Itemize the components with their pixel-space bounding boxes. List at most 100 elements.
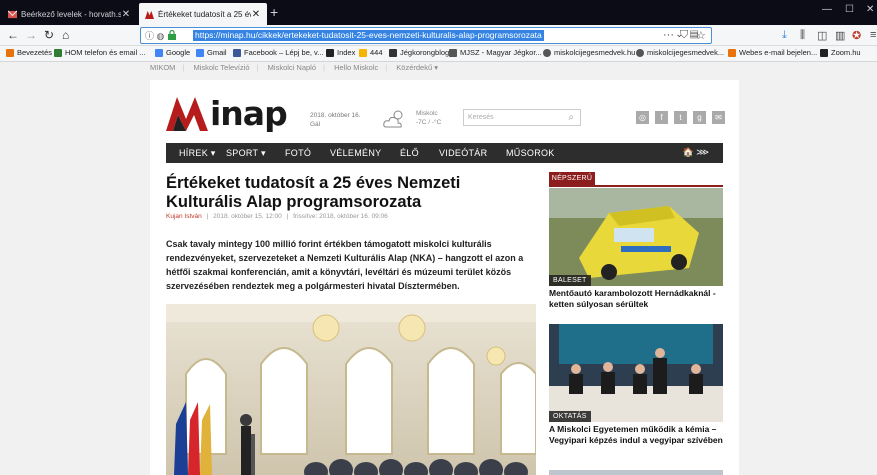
tab-article[interactable]: Értékeket tudatosít a 25 éves N ✕ bbox=[139, 3, 267, 25]
twitter-icon[interactable]: t bbox=[674, 111, 687, 124]
card-category-tag[interactable]: OKTATÁS bbox=[549, 411, 591, 422]
card-photo bbox=[549, 470, 723, 475]
addon-icon[interactable]: ✪ bbox=[852, 29, 861, 42]
bookmark-item[interactable]: Facebook – Lépj be, v... bbox=[233, 48, 324, 57]
bookmark-item[interactable]: miskolcijegesmedvek.hu bbox=[543, 48, 635, 57]
sidebar-card[interactable]: BALESET Mentőautó karambolozott Hernádka… bbox=[549, 188, 723, 310]
search-icon[interactable]: ⌕ bbox=[568, 112, 574, 123]
extension-icon[interactable]: ▥ bbox=[835, 29, 845, 42]
bookmark-item[interactable]: Zoom.hu bbox=[820, 48, 861, 57]
sidebar-icon[interactable]: ◫ bbox=[817, 29, 827, 42]
menu-item-musorok[interactable]: MŰSOROK bbox=[506, 148, 555, 158]
facebook-icon bbox=[233, 48, 241, 57]
new-tab-button[interactable]: + bbox=[270, 5, 278, 19]
card-category-tag[interactable]: BALESET bbox=[549, 275, 591, 286]
bookmark-label: Gmail bbox=[207, 48, 227, 57]
article-updated: frissítve: 2018. október 16. 09:06 bbox=[293, 213, 388, 220]
bookmark-label: Index bbox=[337, 48, 356, 57]
download-icon[interactable]: ⤓ bbox=[782, 29, 787, 42]
library-icon[interactable]: ⫼ bbox=[800, 29, 805, 42]
google-icon bbox=[196, 48, 204, 57]
bookmark-item[interactable]: Bevezetés bbox=[6, 48, 52, 57]
minap-favicon-icon bbox=[145, 10, 154, 19]
tab-mail[interactable]: Beérkező levelek - horvath.szo ✕ bbox=[2, 3, 137, 25]
bookmark-star-icon[interactable]: ☆ bbox=[696, 29, 706, 42]
bookmark-label: MJSZ - Magyar Jégkor... bbox=[460, 48, 542, 57]
topnav-link[interactable]: Hello Miskolc bbox=[334, 63, 378, 72]
instagram-icon[interactable]: ◎ bbox=[636, 111, 649, 124]
bookmark-item[interactable]: Jégkorongblog bbox=[389, 48, 449, 57]
sidebar-card-partial[interactable] bbox=[549, 470, 723, 475]
bookmark-label: miskolcijegesmedvek... bbox=[647, 48, 725, 57]
home-icon[interactable]: ⌂ bbox=[62, 28, 69, 42]
pocket-icon[interactable]: ⛉ bbox=[680, 29, 688, 42]
bookmark-item[interactable]: 444 bbox=[359, 48, 383, 57]
bookmark-icon bbox=[449, 48, 457, 57]
search-placeholder: Keresés bbox=[468, 114, 494, 121]
email-icon[interactable]: ✉ bbox=[712, 111, 725, 124]
maximize-icon[interactable]: ☐ bbox=[845, 4, 854, 15]
bookmark-item[interactable]: Index bbox=[326, 48, 355, 57]
weather-city: Miskolc bbox=[416, 110, 438, 117]
back-icon[interactable]: ← bbox=[7, 28, 19, 42]
address-bar[interactable]: ⓘ ◍ https://minap.hu/cikkek/ertekeket-tu… bbox=[140, 27, 712, 44]
menu-item-velemeny[interactable]: VÉLEMÉNY bbox=[330, 148, 381, 158]
facebook-icon[interactable]: f bbox=[655, 111, 668, 124]
card-title[interactable]: Mentőautó karambolozott Hernádkaknál - k… bbox=[549, 288, 723, 310]
bookmark-item[interactable]: MJSZ - Magyar Jégkor... bbox=[449, 48, 542, 57]
article-title: Értékeket tudatosít a 25 éves Nemzeti Ku… bbox=[166, 174, 461, 211]
bookmark-item[interactable]: Gmail bbox=[196, 48, 227, 57]
menu-item-hirek[interactable]: HÍREK ▾ bbox=[179, 148, 216, 159]
article-author[interactable]: Kujan István bbox=[166, 213, 202, 220]
bookmark-label: Jégkorongblog bbox=[400, 48, 450, 57]
home-rss-icons[interactable]: 🏠 ⋙ bbox=[682, 147, 709, 158]
popular-label: NÉPSZERŰ bbox=[549, 172, 595, 185]
menu-item-videotar[interactable]: VIDEÓTÁR bbox=[439, 148, 487, 158]
sidebar-card[interactable]: OKTATÁS A Miskolci Egyetemen működik a k… bbox=[549, 324, 723, 446]
menu-item-foto[interactable]: FOTÓ bbox=[285, 148, 311, 158]
url-text[interactable]: https://minap.hu/cikkek/ertekeket-tudato… bbox=[193, 30, 544, 41]
menu-icon[interactable]: ≡ bbox=[870, 29, 876, 41]
reload-icon[interactable]: ↻ bbox=[44, 28, 54, 42]
cloud-sun-icon bbox=[383, 110, 403, 128]
bookmark-label: HOM telefon és email ... bbox=[65, 48, 146, 57]
bookmark-item[interactable]: Google bbox=[155, 48, 190, 57]
main-menu: HÍREK ▾ SPORT ▾ FOTÓ VÉLEMÉNY ÉLŐ VIDEÓT… bbox=[166, 143, 723, 163]
close-tab-icon[interactable]: ✕ bbox=[251, 9, 261, 20]
portal-topnav: MIKOM | Miskolc Televízió | Miskolci Napló… bbox=[150, 63, 439, 72]
googleplus-icon[interactable]: g bbox=[693, 111, 706, 124]
bookmark-item[interactable]: HOM telefon és email ... bbox=[54, 48, 145, 57]
topnav-link[interactable]: Miskolc Televízió bbox=[193, 63, 249, 72]
minimize-icon[interactable]: — bbox=[822, 4, 832, 15]
card-photo: OKTATÁS bbox=[549, 324, 723, 422]
bookmark-label: Bevezetés bbox=[17, 48, 53, 57]
site-search-input[interactable]: Keresés ⌕ bbox=[463, 109, 581, 126]
menu-item-elo[interactable]: ÉLŐ bbox=[400, 148, 419, 158]
bookmark-item[interactable]: Webes e-mail bejelen... bbox=[728, 48, 817, 57]
popular-divider bbox=[549, 185, 723, 187]
close-tab-icon[interactable]: ✕ bbox=[121, 9, 131, 20]
close-window-icon[interactable]: ✕ bbox=[866, 4, 874, 15]
topnav-dropdown[interactable]: Közérdekű ▾ bbox=[396, 63, 438, 72]
article-lead: Csak tavaly mintegy 100 millió forint ér… bbox=[166, 239, 524, 291]
header-date: 2018. október 16. Gál bbox=[310, 111, 361, 129]
menu-item-sport[interactable]: SPORT ▾ bbox=[226, 148, 266, 159]
bookmark-label: Google bbox=[166, 48, 191, 57]
topnav-link[interactable]: MIKOM bbox=[150, 63, 175, 72]
tab-strip: Beérkező levelek - horvath.szo ✕ Értékek… bbox=[0, 0, 877, 25]
tab-title: Beérkező levelek - horvath.szo bbox=[21, 9, 121, 19]
lock-icon[interactable] bbox=[168, 30, 176, 40]
site-logo[interactable]: inap bbox=[166, 92, 288, 134]
card-title[interactable]: A Miskolci Egyetemen működik a kémia – V… bbox=[549, 424, 723, 446]
tab-title: Értékeket tudatosít a 25 éves N bbox=[158, 9, 251, 19]
444-icon bbox=[359, 48, 367, 57]
page-actions-icon[interactable]: ··· bbox=[663, 29, 674, 41]
bookmark-icon bbox=[6, 48, 14, 57]
bookmark-label: Zoom.hu bbox=[831, 48, 861, 57]
forward-icon[interactable]: → bbox=[25, 28, 37, 42]
bookmark-icon bbox=[820, 48, 828, 57]
bookmark-item[interactable]: miskolcijegesmedvek... bbox=[636, 48, 724, 57]
topnav-link[interactable]: Miskolci Napló bbox=[268, 63, 316, 72]
page-info-icon[interactable]: ⓘ ◍ bbox=[145, 29, 164, 42]
logo-wordmark: inap bbox=[210, 93, 288, 133]
